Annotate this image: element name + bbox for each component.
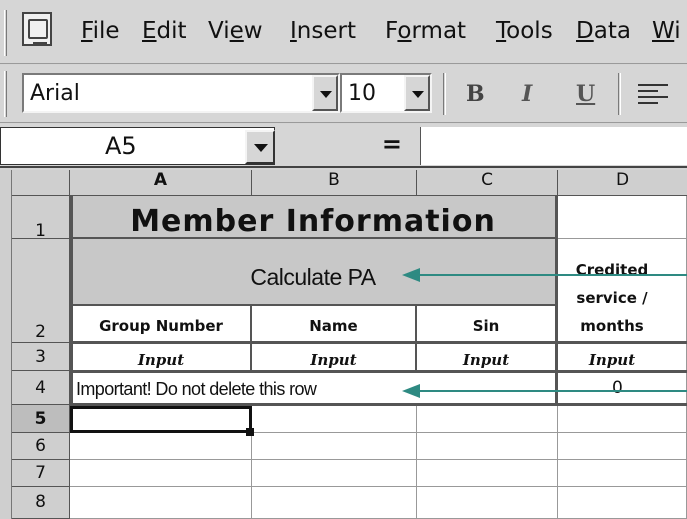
cell-reference: A5 (105, 132, 137, 160)
menu-window[interactable]: Wi (652, 18, 681, 44)
bold-button[interactable]: B (466, 81, 485, 107)
name-box[interactable]: A5 (0, 127, 275, 165)
menu-view[interactable]: View (208, 18, 263, 44)
menu-bar: File Edit View Insert Format Tools Data … (0, 0, 687, 64)
worksheet-grid[interactable]: A B C D 1 2 3 4 5 6 7 8 Member Informati… (0, 170, 687, 519)
important-arrow (402, 384, 687, 398)
callout-arrows (402, 268, 687, 398)
font-size-value: 10 (348, 81, 376, 106)
workbook-icon[interactable] (22, 12, 52, 46)
font-size-dropdown-icon[interactable] (404, 75, 430, 111)
formula-bar: A5 = (0, 124, 687, 168)
formatting-toolbar: Arial 10 B I U (0, 65, 687, 123)
italic-button[interactable]: I (522, 81, 532, 107)
menu-data[interactable]: Data (576, 18, 631, 44)
menu-insert[interactable]: Insert (290, 18, 356, 44)
menu-file[interactable]: File (81, 18, 120, 44)
align-left-icon[interactable] (638, 84, 668, 106)
toolbar-separator (618, 73, 621, 115)
underline-button[interactable]: U (576, 81, 595, 107)
font-name-value: Arial (30, 81, 80, 106)
font-name-combo[interactable]: Arial (22, 73, 340, 113)
edit-formula-button[interactable]: = (284, 130, 414, 162)
font-name-dropdown-icon[interactable] (312, 75, 338, 111)
menu-edit[interactable]: Edit (142, 18, 187, 44)
font-size-combo[interactable]: 10 (340, 73, 432, 113)
toolbar-separator (443, 73, 446, 115)
name-box-dropdown-icon[interactable] (245, 130, 275, 164)
toolbar-grip[interactable] (4, 71, 7, 117)
calculate-arrow (402, 268, 687, 282)
formula-input[interactable] (420, 127, 687, 165)
menu-format[interactable]: Format (385, 18, 466, 44)
toolbar-grip[interactable] (4, 10, 7, 56)
menu-tools[interactable]: Tools (496, 18, 553, 44)
